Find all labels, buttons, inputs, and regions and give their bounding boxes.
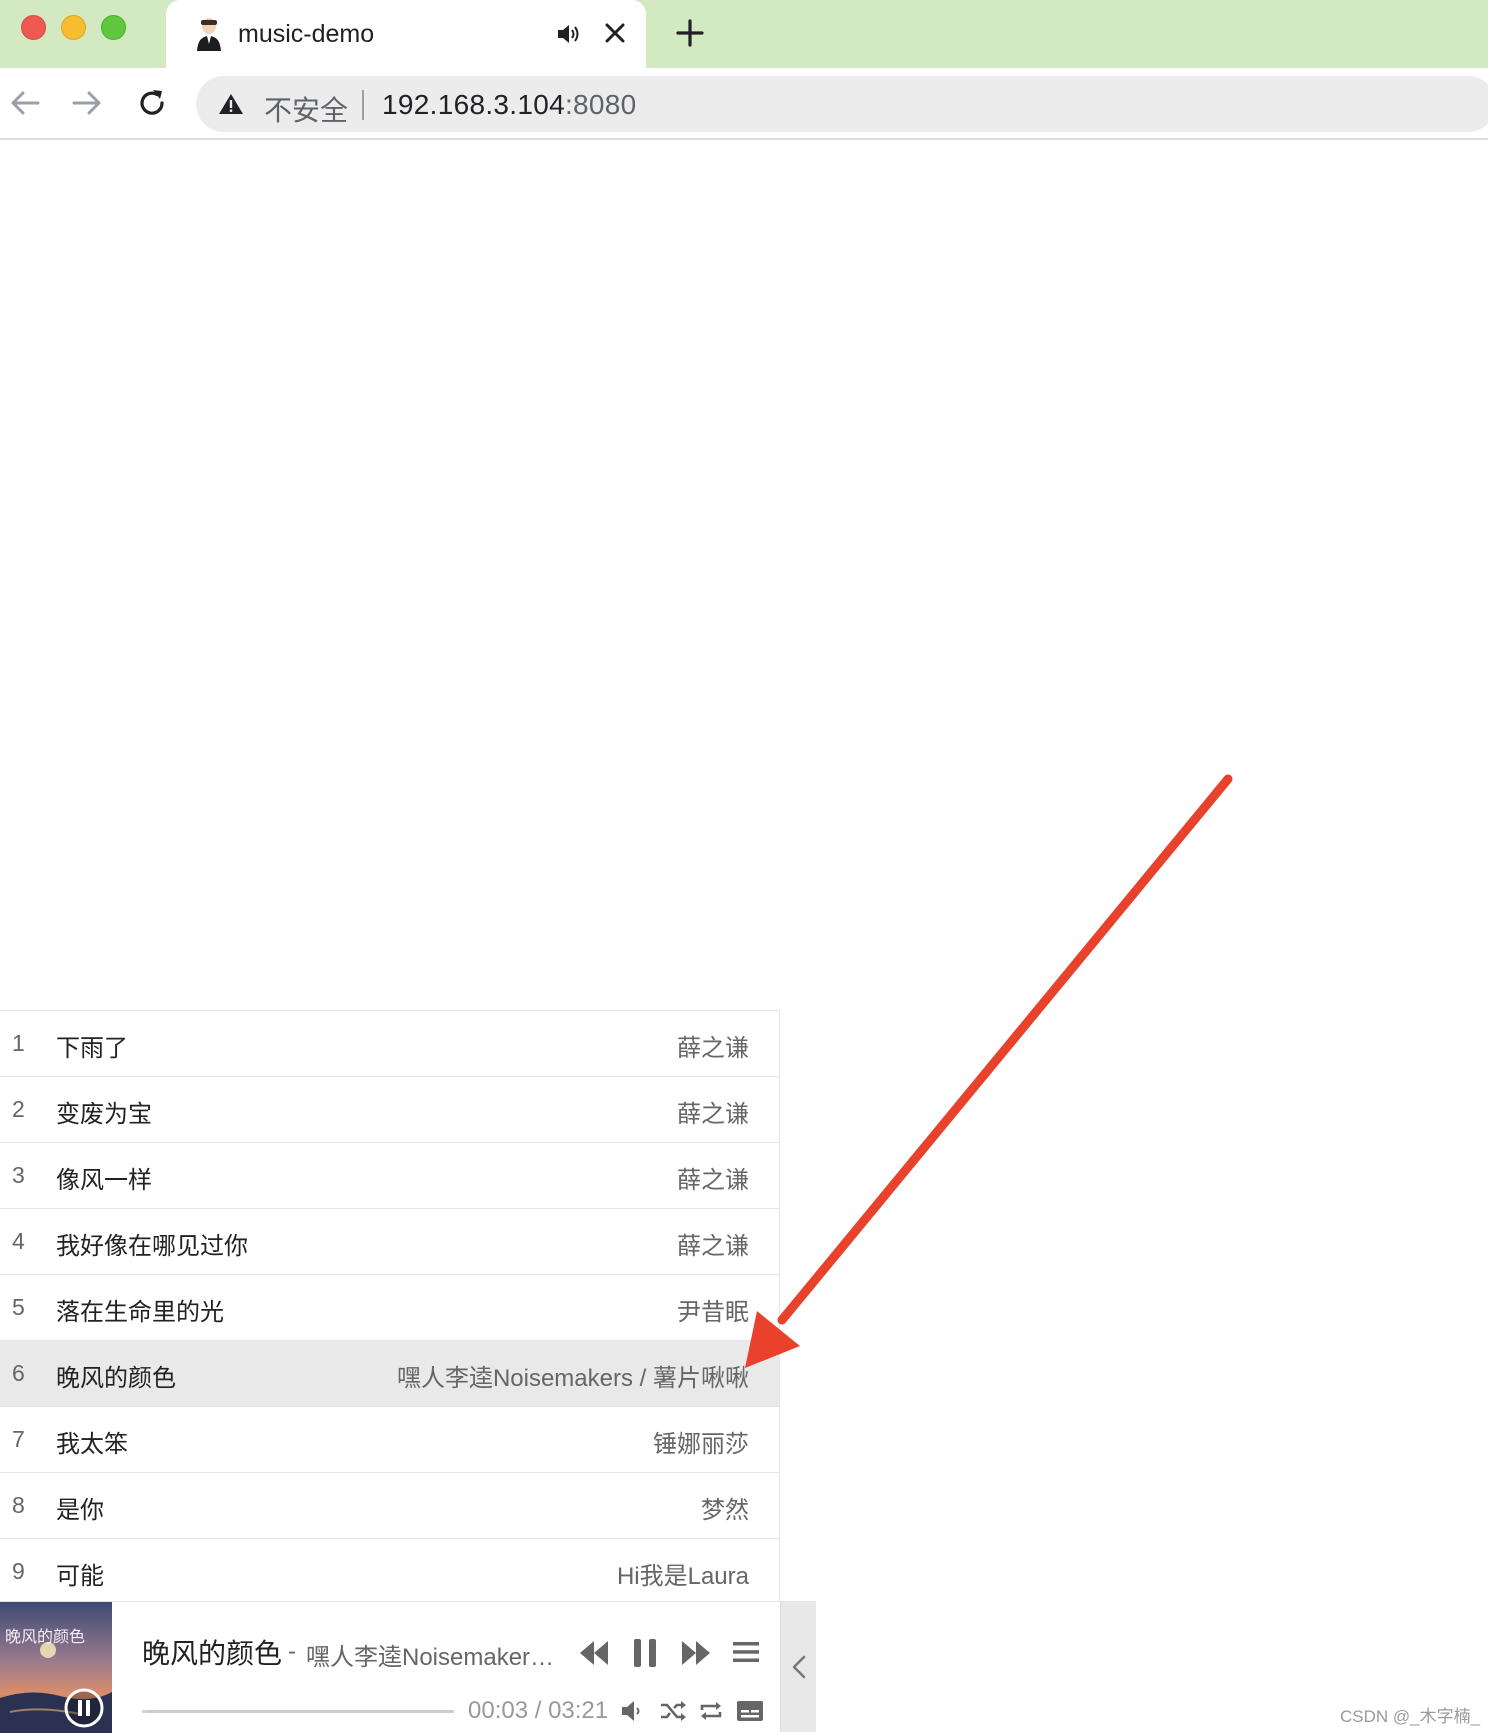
song-title: 是你 (56, 1497, 104, 1524)
song-index: 3 (12, 1162, 25, 1188)
volume-icon[interactable] (620, 1699, 644, 1723)
song-artist: 薛之谦 (677, 1233, 749, 1260)
plus-icon[interactable] (675, 18, 705, 48)
arrow-left-icon[interactable] (8, 86, 42, 120)
playlist: 1 下雨了 薛之谦 2 变废为宝 薛之谦 3 像风一样 薛之谦 4 我好像在哪见过你 薛之谦 5 落在生命… (0, 1010, 780, 1605)
url-port: :8080 (564, 89, 637, 120)
song-title: 我太笨 (56, 1431, 128, 1458)
song-index: 5 (12, 1294, 25, 1320)
warning-icon[interactable] (218, 92, 244, 116)
reload-icon[interactable] (135, 86, 169, 120)
song-row[interactable]: 8 是你 梦然 (0, 1473, 779, 1539)
speaker-icon[interactable] (556, 22, 582, 46)
security-label[interactable]: 不安全 (264, 89, 348, 129)
song-artist: 尹昔眠 (677, 1299, 749, 1326)
progress-fill (142, 1710, 147, 1713)
close-icon[interactable] (602, 20, 628, 46)
song-index: 2 (12, 1096, 25, 1122)
album-cover-text: 晚风的颜色 (5, 1627, 85, 1646)
song-title: 可能 (56, 1563, 104, 1590)
song-row[interactable]: 1 下雨了 薛之谦 (0, 1011, 779, 1077)
prev-icon[interactable] (578, 1639, 610, 1667)
song-row[interactable]: 2 变废为宝 薛之谦 (0, 1077, 779, 1143)
song-row[interactable]: 9 可能 Hi我是Laura (0, 1539, 779, 1605)
song-title: 我好像在哪见过你 (56, 1233, 248, 1260)
song-row[interactable]: 5 落在生命里的光 尹昔眠 (0, 1275, 779, 1341)
shuffle-icon[interactable] (659, 1699, 687, 1723)
address-separator (362, 90, 364, 120)
song-row[interactable]: 4 我好像在哪见过你 薛之谦 (0, 1209, 779, 1275)
arrow-right-icon[interactable] (70, 86, 104, 120)
song-artist: 薛之谦 (677, 1167, 749, 1194)
address-bar[interactable]: 不安全 192.168.3.104:8080 (196, 76, 1488, 132)
browser-tab-strip: music-demo (0, 0, 1488, 68)
song-artist: Hi我是Laura (616, 1563, 749, 1590)
close-window-button[interactable] (21, 15, 46, 40)
chevron-left-icon (792, 1655, 806, 1679)
song-index: 1 (12, 1030, 25, 1056)
song-index: 4 (12, 1228, 25, 1254)
browser-toolbar: 不安全 192.168.3.104:8080 (0, 68, 1488, 140)
song-artist: 嘿人李逵Noisemakers / 薯片啾啾 (396, 1365, 749, 1392)
song-index: 8 (12, 1492, 25, 1518)
loop-icon[interactable] (698, 1699, 724, 1723)
maximize-window-button[interactable] (101, 15, 126, 40)
song-title: 落在生命里的光 (56, 1299, 224, 1326)
song-index: 6 (12, 1360, 25, 1386)
song-title: 变废为宝 (56, 1101, 152, 1128)
pause-icon[interactable] (632, 1637, 658, 1669)
url-text[interactable]: 192.168.3.104:8080 (382, 89, 637, 121)
song-artist: 梦然 (701, 1497, 749, 1524)
song-artist: 锤娜丽莎 (653, 1431, 749, 1458)
player-collapse-button[interactable] (780, 1601, 816, 1732)
song-row[interactable]: 3 像风一样 薛之谦 (0, 1143, 779, 1209)
song-row[interactable]: 7 我太笨 锤娜丽莎 (0, 1407, 779, 1473)
song-title: 像风一样 (56, 1167, 152, 1194)
song-index: 7 (12, 1426, 25, 1452)
watermark: CSDN @_木字楠_ (1340, 1707, 1481, 1726)
lyrics-icon[interactable] (736, 1700, 764, 1722)
now-playing-artist: 嘿人李逵Noisemakers / 薯片啾啾 (306, 1644, 566, 1671)
menu-icon[interactable] (732, 1638, 760, 1666)
avatar-icon (197, 18, 221, 51)
song-artist: 薛之谦 (677, 1035, 749, 1062)
song-title: 下雨了 (56, 1035, 128, 1062)
song-title: 晚风的颜色 (56, 1365, 176, 1392)
browser-tab[interactable]: music-demo (166, 0, 646, 68)
time-display: 00:03 / 03:21 (468, 1697, 609, 1724)
minimize-window-button[interactable] (61, 15, 86, 40)
now-playing-title: 晚风的颜色 (142, 1638, 283, 1669)
pause-icon[interactable] (63, 1687, 105, 1729)
tab-title: music-demo (238, 20, 375, 48)
song-index: 9 (12, 1558, 25, 1584)
progress-bar[interactable] (142, 1710, 454, 1713)
title-artist-separator: - (288, 1638, 296, 1665)
album-cover[interactable]: 晚风的颜色 (0, 1602, 112, 1733)
song-artist: 薛之谦 (677, 1101, 749, 1128)
music-player: 晚风的颜色 晚风的颜色 - 嘿人李逵Noisemakers / 薯片啾啾 00:… (0, 1601, 780, 1733)
song-row[interactable]: 6 晚风的颜色 嘿人李逵Noisemakers / 薯片啾啾 (0, 1341, 779, 1407)
next-icon[interactable] (680, 1639, 712, 1667)
url-host: 192.168.3.104 (382, 89, 565, 120)
